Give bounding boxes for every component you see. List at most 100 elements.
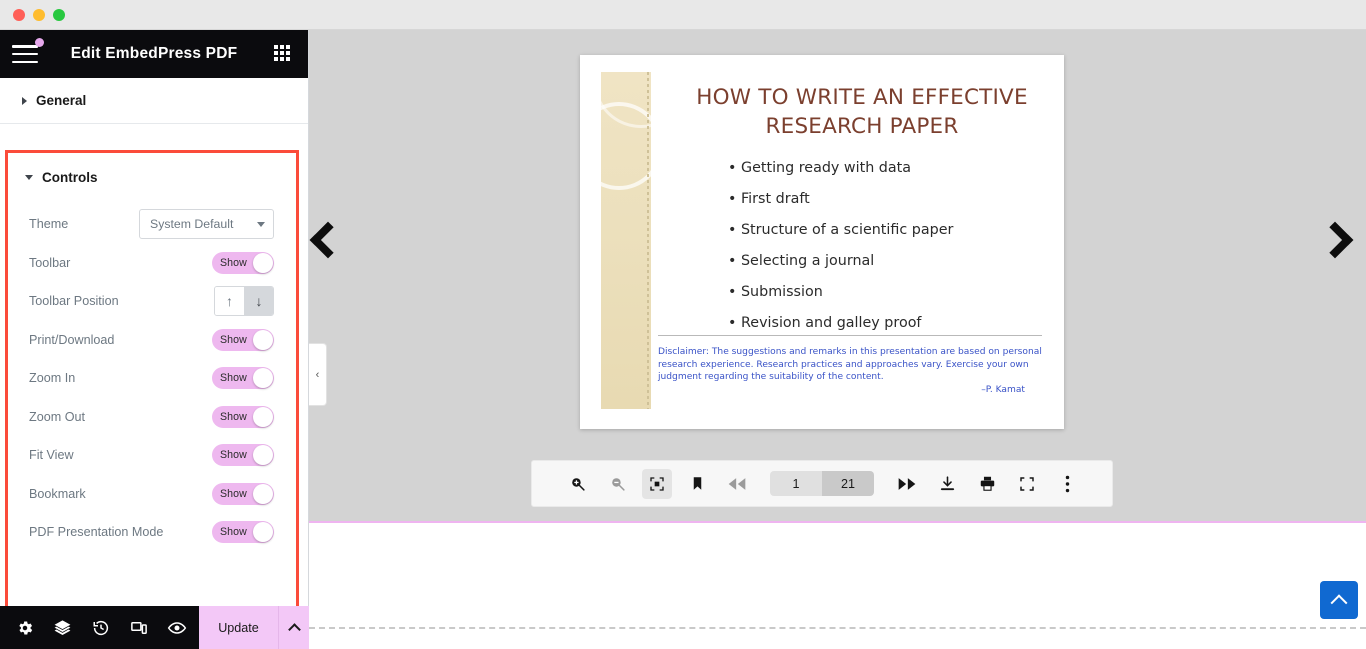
controls-highlight-box: Controls Theme System Default Toolbar Sh… xyxy=(5,150,299,609)
chevron-up-icon xyxy=(1330,594,1348,612)
grid-icon[interactable] xyxy=(274,45,292,63)
toggle-state-label: Show xyxy=(220,372,247,385)
controls-list: Theme System Default Toolbar Show Toolba… xyxy=(8,201,296,552)
window-minimize-button[interactable] xyxy=(33,8,45,21)
control-row-toolbar: Toolbar Show xyxy=(29,244,274,283)
scroll-to-top-button[interactable] xyxy=(1320,581,1358,619)
slide-title: HOW TO WRITE AN EFFECTIVE RESEARCH PAPER xyxy=(696,85,1028,139)
toggle-knob xyxy=(253,522,273,543)
theme-select[interactable]: System Default xyxy=(139,209,274,240)
print-download-toggle[interactable]: Show xyxy=(212,328,274,351)
zoom-in-toggle[interactable]: Show xyxy=(212,367,274,390)
toggle-state-label: Show xyxy=(220,449,247,462)
list-item: Structure of a scientific paper xyxy=(728,215,1048,246)
toolbar-position-bottom-button[interactable]: ↓ xyxy=(244,287,273,316)
notification-dot-icon xyxy=(35,38,44,47)
preview-eye-icon[interactable] xyxy=(160,611,193,644)
preview-canvas: ‹ HOW TO WRITE AN EFFECTIVE RESEARCH PAP… xyxy=(309,30,1366,649)
zoom-out-toggle[interactable]: Show xyxy=(212,405,274,428)
section-controls[interactable]: Controls xyxy=(8,153,296,201)
toggle-state-label: Show xyxy=(220,333,247,346)
toggle-knob xyxy=(253,483,273,504)
more-vertical-icon[interactable] xyxy=(1052,469,1082,499)
panel-footer: Update xyxy=(0,606,309,649)
print-icon[interactable] xyxy=(972,469,1002,499)
page-indicator: 1 21 xyxy=(770,471,874,496)
control-label: Zoom Out xyxy=(29,409,85,424)
fit-view-icon[interactable] xyxy=(642,468,672,499)
control-row-print-download: Print/Download Show xyxy=(29,321,274,360)
control-row-theme: Theme System Default xyxy=(29,205,274,244)
toggle-state-label: Show xyxy=(220,410,247,423)
control-label: PDF Presentation Mode xyxy=(29,525,164,540)
toggle-knob xyxy=(253,406,273,427)
slide-disclaimer: Disclaimer: The suggestions and remarks … xyxy=(658,346,1043,396)
control-row-presentation-mode: PDF Presentation Mode Show xyxy=(29,513,274,552)
control-row-zoom-out: Zoom Out Show xyxy=(29,398,274,437)
zoom-in-icon[interactable] xyxy=(562,469,592,499)
section-general[interactable]: General xyxy=(0,78,308,124)
list-item: First draft xyxy=(728,184,1048,215)
section-divider-dashed xyxy=(309,627,1366,629)
toggle-state-label: Show xyxy=(220,526,247,539)
chevron-down-icon xyxy=(257,221,265,227)
fast-rewind-icon[interactable] xyxy=(722,469,752,499)
slide-decoration xyxy=(601,72,651,409)
section-divider-pink xyxy=(309,521,1366,523)
section-general-label: General xyxy=(36,93,87,108)
window-close-button[interactable] xyxy=(13,8,25,21)
panel-collapse-tab[interactable]: ‹ xyxy=(309,343,327,406)
toggle-knob xyxy=(253,445,273,466)
disclaimer-signature: –P. Kamat xyxy=(981,384,1025,395)
control-label: Bookmark xyxy=(29,486,86,501)
disclaimer-text: Disclaimer: The suggestions and remarks … xyxy=(658,347,1042,383)
presentation-mode-toggle[interactable]: Show xyxy=(212,521,274,544)
history-icon[interactable] xyxy=(84,611,117,644)
hamburger-icon[interactable] xyxy=(12,38,44,63)
gear-icon[interactable] xyxy=(8,611,41,644)
control-row-bookmark: Bookmark Show xyxy=(29,475,274,514)
bookmark-toggle[interactable]: Show xyxy=(212,482,274,505)
toolbar-position-top-button[interactable]: ↑ xyxy=(215,287,244,316)
control-label: Zoom In xyxy=(29,371,76,386)
decorative-arc-icon xyxy=(601,102,651,190)
list-item: Getting ready with data xyxy=(728,153,1048,184)
toggle-knob xyxy=(253,252,273,273)
layers-icon[interactable] xyxy=(46,611,79,644)
pdf-slide: HOW TO WRITE AN EFFECTIVE RESEARCH PAPER… xyxy=(580,55,1064,429)
control-label: Theme xyxy=(29,217,69,232)
pdf-viewer: ‹ HOW TO WRITE AN EFFECTIVE RESEARCH PAP… xyxy=(309,30,1366,521)
theme-select-value: System Default xyxy=(150,217,234,232)
update-button[interactable]: Update xyxy=(199,606,278,649)
control-row-toolbar-position: Toolbar Position ↑ ↓ xyxy=(29,282,274,321)
window-titlebar xyxy=(0,0,1366,30)
toggle-knob xyxy=(253,368,273,389)
control-row-zoom-in: Zoom In Show xyxy=(29,359,274,398)
bookmark-icon[interactable] xyxy=(682,469,712,499)
fast-forward-icon[interactable] xyxy=(892,469,922,499)
chevron-down-icon xyxy=(25,174,33,180)
current-page-input[interactable]: 1 xyxy=(770,471,822,496)
toggle-state-label: Show xyxy=(220,487,247,500)
fullscreen-icon[interactable] xyxy=(1012,469,1042,499)
zoom-out-icon[interactable] xyxy=(602,469,632,499)
update-options-button[interactable] xyxy=(278,606,309,649)
total-pages-label: 21 xyxy=(822,471,874,496)
responsive-icon[interactable] xyxy=(122,611,155,644)
control-label: Print/Download xyxy=(29,332,115,347)
toolbar-toggle[interactable]: Show xyxy=(212,251,274,274)
window-maximize-button[interactable] xyxy=(53,8,65,21)
chevron-left-icon xyxy=(309,221,347,259)
next-slide-button[interactable] xyxy=(1316,221,1354,259)
panel-header: Edit EmbedPress PDF xyxy=(0,30,308,78)
slide-bullet-list: Getting ready with data First draft Stru… xyxy=(728,153,1048,339)
chevron-up-icon xyxy=(287,623,301,636)
app-root: Edit EmbedPress PDF General Controls The… xyxy=(0,0,1366,649)
footer-icon-group xyxy=(0,611,199,644)
toggle-state-label: Show xyxy=(220,256,247,269)
fit-view-toggle[interactable]: Show xyxy=(212,444,274,467)
prev-slide-button[interactable] xyxy=(309,221,347,259)
download-icon[interactable] xyxy=(932,469,962,499)
slide-divider xyxy=(658,335,1042,336)
list-item: Selecting a journal xyxy=(728,246,1048,277)
